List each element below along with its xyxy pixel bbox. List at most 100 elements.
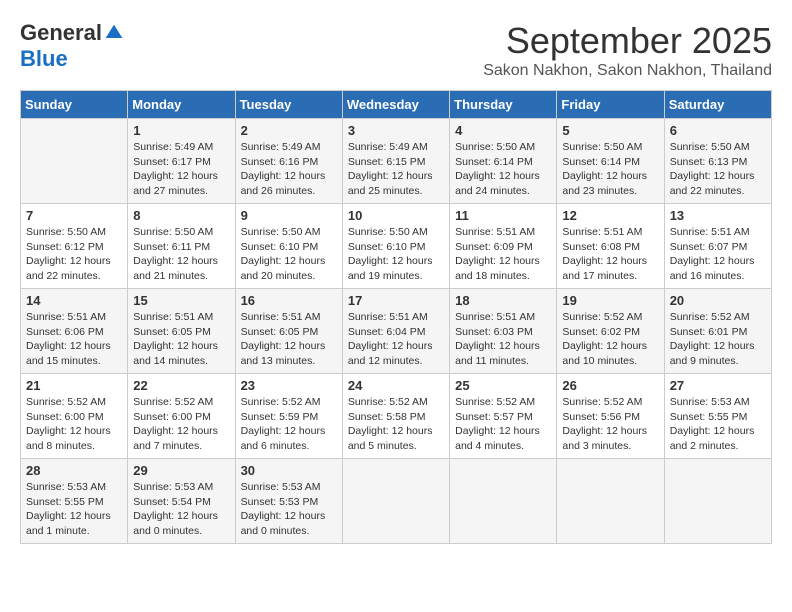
logo-general: General: [20, 20, 102, 46]
day-number: 7: [26, 208, 122, 223]
day-info: Sunrise: 5:49 AM Sunset: 6:16 PM Dayligh…: [241, 140, 337, 199]
calendar-cell: 28 Sunrise: 5:53 AM Sunset: 5:55 PM Dayl…: [21, 459, 128, 544]
day-number: 12: [562, 208, 658, 223]
calendar-cell: 9 Sunrise: 5:50 AM Sunset: 6:10 PM Dayli…: [235, 204, 342, 289]
calendar-week-3: 14 Sunrise: 5:51 AM Sunset: 6:06 PM Dayl…: [21, 289, 772, 374]
day-number: 2: [241, 123, 337, 138]
calendar-cell: 21 Sunrise: 5:52 AM Sunset: 6:00 PM Dayl…: [21, 374, 128, 459]
weekday-header-saturday: Saturday: [664, 91, 771, 119]
calendar-cell: [664, 459, 771, 544]
weekday-header-monday: Monday: [128, 91, 235, 119]
day-info: Sunrise: 5:51 AM Sunset: 6:05 PM Dayligh…: [241, 310, 337, 369]
calendar-cell: 13 Sunrise: 5:51 AM Sunset: 6:07 PM Dayl…: [664, 204, 771, 289]
day-info: Sunrise: 5:50 AM Sunset: 6:11 PM Dayligh…: [133, 225, 229, 284]
day-number: 4: [455, 123, 551, 138]
day-number: 28: [26, 463, 122, 478]
weekday-header-sunday: Sunday: [21, 91, 128, 119]
calendar-cell: 22 Sunrise: 5:52 AM Sunset: 6:00 PM Dayl…: [128, 374, 235, 459]
day-number: 6: [670, 123, 766, 138]
day-info: Sunrise: 5:49 AM Sunset: 6:15 PM Dayligh…: [348, 140, 444, 199]
day-number: 27: [670, 378, 766, 393]
day-info: Sunrise: 5:50 AM Sunset: 6:14 PM Dayligh…: [455, 140, 551, 199]
day-info: Sunrise: 5:51 AM Sunset: 6:05 PM Dayligh…: [133, 310, 229, 369]
day-number: 16: [241, 293, 337, 308]
day-info: Sunrise: 5:51 AM Sunset: 6:04 PM Dayligh…: [348, 310, 444, 369]
day-number: 17: [348, 293, 444, 308]
day-number: 15: [133, 293, 229, 308]
day-number: 5: [562, 123, 658, 138]
day-number: 11: [455, 208, 551, 223]
calendar-cell: 25 Sunrise: 5:52 AM Sunset: 5:57 PM Dayl…: [450, 374, 557, 459]
day-info: Sunrise: 5:53 AM Sunset: 5:54 PM Dayligh…: [133, 480, 229, 539]
day-number: 20: [670, 293, 766, 308]
weekday-header-tuesday: Tuesday: [235, 91, 342, 119]
calendar-cell: [557, 459, 664, 544]
day-number: 29: [133, 463, 229, 478]
day-info: Sunrise: 5:50 AM Sunset: 6:10 PM Dayligh…: [348, 225, 444, 284]
calendar-cell: 14 Sunrise: 5:51 AM Sunset: 6:06 PM Dayl…: [21, 289, 128, 374]
location: Sakon Nakhon, Sakon Nakhon, Thailand: [483, 62, 772, 80]
calendar-cell: 30 Sunrise: 5:53 AM Sunset: 5:53 PM Dayl…: [235, 459, 342, 544]
day-number: 18: [455, 293, 551, 308]
day-info: Sunrise: 5:51 AM Sunset: 6:09 PM Dayligh…: [455, 225, 551, 284]
month-title: September 2025: [483, 20, 772, 62]
day-info: Sunrise: 5:52 AM Sunset: 5:56 PM Dayligh…: [562, 395, 658, 454]
day-number: 24: [348, 378, 444, 393]
day-info: Sunrise: 5:51 AM Sunset: 6:08 PM Dayligh…: [562, 225, 658, 284]
calendar-cell: 24 Sunrise: 5:52 AM Sunset: 5:58 PM Dayl…: [342, 374, 449, 459]
calendar-cell: 19 Sunrise: 5:52 AM Sunset: 6:02 PM Dayl…: [557, 289, 664, 374]
calendar-table: SundayMondayTuesdayWednesdayThursdayFrid…: [20, 90, 772, 544]
day-info: Sunrise: 5:52 AM Sunset: 6:00 PM Dayligh…: [133, 395, 229, 454]
calendar-cell: [450, 459, 557, 544]
day-info: Sunrise: 5:50 AM Sunset: 6:14 PM Dayligh…: [562, 140, 658, 199]
day-number: 23: [241, 378, 337, 393]
calendar-week-2: 7 Sunrise: 5:50 AM Sunset: 6:12 PM Dayli…: [21, 204, 772, 289]
calendar-cell: 12 Sunrise: 5:51 AM Sunset: 6:08 PM Dayl…: [557, 204, 664, 289]
logo-blue: Blue: [20, 46, 68, 72]
weekday-header-friday: Friday: [557, 91, 664, 119]
calendar-cell: [342, 459, 449, 544]
title-block: September 2025 Sakon Nakhon, Sakon Nakho…: [483, 20, 772, 80]
day-info: Sunrise: 5:53 AM Sunset: 5:55 PM Dayligh…: [670, 395, 766, 454]
calendar-cell: 29 Sunrise: 5:53 AM Sunset: 5:54 PM Dayl…: [128, 459, 235, 544]
day-number: 9: [241, 208, 337, 223]
day-info: Sunrise: 5:52 AM Sunset: 6:01 PM Dayligh…: [670, 310, 766, 369]
calendar-cell: 7 Sunrise: 5:50 AM Sunset: 6:12 PM Dayli…: [21, 204, 128, 289]
day-number: 22: [133, 378, 229, 393]
day-number: 26: [562, 378, 658, 393]
day-info: Sunrise: 5:49 AM Sunset: 6:17 PM Dayligh…: [133, 140, 229, 199]
day-number: 10: [348, 208, 444, 223]
calendar-cell: 15 Sunrise: 5:51 AM Sunset: 6:05 PM Dayl…: [128, 289, 235, 374]
day-info: Sunrise: 5:52 AM Sunset: 5:59 PM Dayligh…: [241, 395, 337, 454]
calendar-cell: 27 Sunrise: 5:53 AM Sunset: 5:55 PM Dayl…: [664, 374, 771, 459]
day-info: Sunrise: 5:50 AM Sunset: 6:12 PM Dayligh…: [26, 225, 122, 284]
day-number: 21: [26, 378, 122, 393]
day-number: 8: [133, 208, 229, 223]
calendar-cell: 10 Sunrise: 5:50 AM Sunset: 6:10 PM Dayl…: [342, 204, 449, 289]
day-info: Sunrise: 5:52 AM Sunset: 5:58 PM Dayligh…: [348, 395, 444, 454]
calendar-cell: 26 Sunrise: 5:52 AM Sunset: 5:56 PM Dayl…: [557, 374, 664, 459]
calendar-cell: 6 Sunrise: 5:50 AM Sunset: 6:13 PM Dayli…: [664, 119, 771, 204]
day-info: Sunrise: 5:52 AM Sunset: 6:02 PM Dayligh…: [562, 310, 658, 369]
day-number: 3: [348, 123, 444, 138]
calendar-week-5: 28 Sunrise: 5:53 AM Sunset: 5:55 PM Dayl…: [21, 459, 772, 544]
calendar-cell: 16 Sunrise: 5:51 AM Sunset: 6:05 PM Dayl…: [235, 289, 342, 374]
day-info: Sunrise: 5:51 AM Sunset: 6:07 PM Dayligh…: [670, 225, 766, 284]
day-info: Sunrise: 5:50 AM Sunset: 6:10 PM Dayligh…: [241, 225, 337, 284]
calendar-cell: 3 Sunrise: 5:49 AM Sunset: 6:15 PM Dayli…: [342, 119, 449, 204]
day-info: Sunrise: 5:51 AM Sunset: 6:03 PM Dayligh…: [455, 310, 551, 369]
logo-icon: [104, 23, 124, 43]
day-info: Sunrise: 5:50 AM Sunset: 6:13 PM Dayligh…: [670, 140, 766, 199]
calendar-cell: 17 Sunrise: 5:51 AM Sunset: 6:04 PM Dayl…: [342, 289, 449, 374]
calendar-cell: [21, 119, 128, 204]
day-number: 30: [241, 463, 337, 478]
day-info: Sunrise: 5:51 AM Sunset: 6:06 PM Dayligh…: [26, 310, 122, 369]
day-number: 14: [26, 293, 122, 308]
calendar-week-4: 21 Sunrise: 5:52 AM Sunset: 6:00 PM Dayl…: [21, 374, 772, 459]
day-info: Sunrise: 5:53 AM Sunset: 5:53 PM Dayligh…: [241, 480, 337, 539]
day-number: 1: [133, 123, 229, 138]
page-header: General Blue September 2025 Sakon Nakhon…: [20, 20, 772, 80]
calendar-cell: 5 Sunrise: 5:50 AM Sunset: 6:14 PM Dayli…: [557, 119, 664, 204]
day-info: Sunrise: 5:53 AM Sunset: 5:55 PM Dayligh…: [26, 480, 122, 539]
weekday-header-thursday: Thursday: [450, 91, 557, 119]
